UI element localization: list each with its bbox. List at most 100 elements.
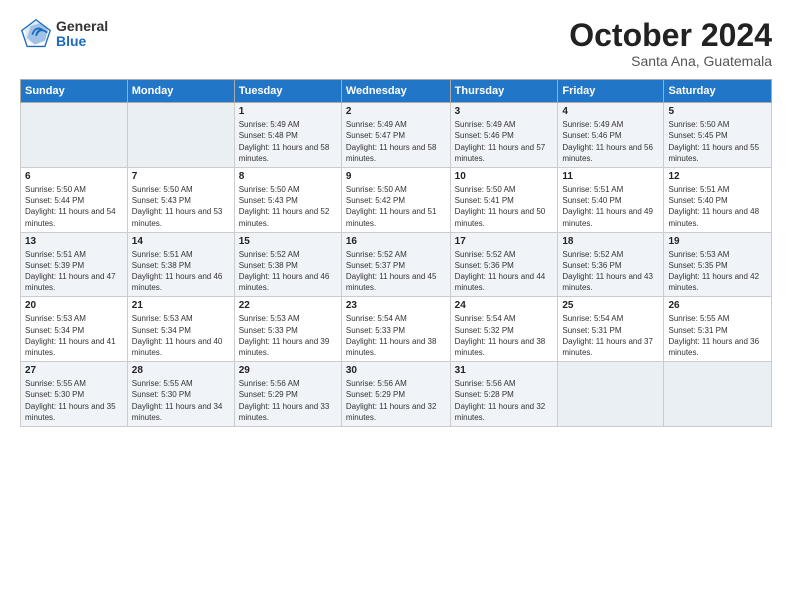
day-info: Sunrise: 5:50 AM Sunset: 5:45 PM Dayligh… <box>668 119 767 164</box>
col-friday: Friday <box>558 80 664 103</box>
day-number: 10 <box>455 171 554 182</box>
calendar-week-row: 13 Sunrise: 5:51 AM Sunset: 5:39 PM Dayli… <box>21 232 772 297</box>
page: General Blue October 2024 Santa Ana, Gua… <box>0 0 792 612</box>
col-tuesday: Tuesday <box>234 80 341 103</box>
day-info: Sunrise: 5:50 AM Sunset: 5:42 PM Dayligh… <box>346 184 446 229</box>
day-number: 1 <box>239 106 337 117</box>
day-info: Sunrise: 5:50 AM Sunset: 5:41 PM Dayligh… <box>455 184 554 229</box>
day-number: 8 <box>239 171 337 182</box>
day-info: Sunrise: 5:50 AM Sunset: 5:44 PM Dayligh… <box>25 184 123 229</box>
day-number: 12 <box>668 171 767 182</box>
day-number: 14 <box>132 236 230 247</box>
col-wednesday: Wednesday <box>341 80 450 103</box>
calendar-cell: 10 Sunrise: 5:50 AM Sunset: 5:41 PM Dayli… <box>450 167 558 232</box>
day-number: 5 <box>668 106 767 117</box>
day-info: Sunrise: 5:54 AM Sunset: 5:33 PM Dayligh… <box>346 313 446 358</box>
day-info: Sunrise: 5:49 AM Sunset: 5:46 PM Dayligh… <box>455 119 554 164</box>
day-info: Sunrise: 5:52 AM Sunset: 5:38 PM Dayligh… <box>239 249 337 294</box>
calendar-cell: 16Sunrise: 5:52 AM Sunset: 5:37 PM Dayli… <box>341 232 450 297</box>
calendar-cell: 30Sunrise: 5:56 AM Sunset: 5:29 PM Dayli… <box>341 362 450 427</box>
title-area: October 2024 Santa Ana, Guatemala <box>569 18 772 69</box>
calendar-cell: 26 Sunrise: 5:55 AM Sunset: 5:31 PM Dayli… <box>664 297 772 362</box>
day-number: 13 <box>25 236 123 247</box>
calendar-cell: 5 Sunrise: 5:50 AM Sunset: 5:45 PM Daylig… <box>664 103 772 168</box>
calendar-cell <box>21 103 128 168</box>
calendar-table: Sunday Monday Tuesday Wednesday Thursday… <box>20 79 772 427</box>
calendar-cell: 14Sunrise: 5:51 AM Sunset: 5:38 PM Dayli… <box>127 232 234 297</box>
day-info: Sunrise: 5:53 AM Sunset: 5:34 PM Dayligh… <box>25 313 123 358</box>
calendar-cell <box>558 362 664 427</box>
day-number: 11 <box>562 171 659 182</box>
calendar-cell: 2 Sunrise: 5:49 AM Sunset: 5:47 PM Daylig… <box>341 103 450 168</box>
day-info: Sunrise: 5:52 AM Sunset: 5:37 PM Dayligh… <box>346 249 446 294</box>
logo-general-text: General <box>56 19 108 34</box>
day-number: 22 <box>239 300 337 311</box>
day-info: Sunrise: 5:56 AM Sunset: 5:29 PM Dayligh… <box>239 378 337 423</box>
day-info: Sunrise: 5:53 AM Sunset: 5:33 PM Dayligh… <box>239 313 337 358</box>
calendar-cell: 13 Sunrise: 5:51 AM Sunset: 5:39 PM Dayli… <box>21 232 128 297</box>
day-info: Sunrise: 5:55 AM Sunset: 5:31 PM Dayligh… <box>668 313 767 358</box>
logo-icon <box>20 18 52 50</box>
calendar-cell: 20Sunrise: 5:53 AM Sunset: 5:34 PM Dayli… <box>21 297 128 362</box>
calendar-cell: 15 Sunrise: 5:52 AM Sunset: 5:38 PM Dayli… <box>234 232 341 297</box>
day-info: Sunrise: 5:55 AM Sunset: 5:30 PM Dayligh… <box>132 378 230 423</box>
day-number: 26 <box>668 300 767 311</box>
day-number: 30 <box>346 365 446 376</box>
calendar-cell: 21 Sunrise: 5:53 AM Sunset: 5:34 PM Dayli… <box>127 297 234 362</box>
calendar-cell: 29 Sunrise: 5:56 AM Sunset: 5:29 PM Dayli… <box>234 362 341 427</box>
day-number: 6 <box>25 171 123 182</box>
calendar-cell: 19 Sunrise: 5:53 AM Sunset: 5:35 PM Dayli… <box>664 232 772 297</box>
location: Santa Ana, Guatemala <box>569 53 772 69</box>
calendar-week-row: 1 Sunrise: 5:49 AM Sunset: 5:48 PM Daylig… <box>21 103 772 168</box>
calendar-cell: 27Sunrise: 5:55 AM Sunset: 5:30 PM Dayli… <box>21 362 128 427</box>
day-number: 4 <box>562 106 659 117</box>
calendar-cell: 31Sunrise: 5:56 AM Sunset: 5:28 PM Dayli… <box>450 362 558 427</box>
day-info: Sunrise: 5:52 AM Sunset: 5:36 PM Dayligh… <box>562 249 659 294</box>
calendar-header-row: Sunday Monday Tuesday Wednesday Thursday… <box>21 80 772 103</box>
calendar-cell: 8 Sunrise: 5:50 AM Sunset: 5:43 PM Daylig… <box>234 167 341 232</box>
calendar-cell: 6 Sunrise: 5:50 AM Sunset: 5:44 PM Daylig… <box>21 167 128 232</box>
day-number: 18 <box>562 236 659 247</box>
day-info: Sunrise: 5:54 AM Sunset: 5:32 PM Dayligh… <box>455 313 554 358</box>
day-number: 25 <box>562 300 659 311</box>
calendar-cell: 12 Sunrise: 5:51 AM Sunset: 5:40 PM Dayli… <box>664 167 772 232</box>
day-info: Sunrise: 5:51 AM Sunset: 5:40 PM Dayligh… <box>668 184 767 229</box>
day-info: Sunrise: 5:50 AM Sunset: 5:43 PM Dayligh… <box>132 184 230 229</box>
col-sunday: Sunday <box>21 80 128 103</box>
day-number: 15 <box>239 236 337 247</box>
day-info: Sunrise: 5:53 AM Sunset: 5:34 PM Dayligh… <box>132 313 230 358</box>
col-saturday: Saturday <box>664 80 772 103</box>
day-info: Sunrise: 5:49 AM Sunset: 5:48 PM Dayligh… <box>239 119 337 164</box>
day-info: Sunrise: 5:49 AM Sunset: 5:47 PM Dayligh… <box>346 119 446 164</box>
day-number: 24 <box>455 300 554 311</box>
calendar-cell: 1 Sunrise: 5:49 AM Sunset: 5:48 PM Daylig… <box>234 103 341 168</box>
day-number: 9 <box>346 171 446 182</box>
calendar-cell: 9 Sunrise: 5:50 AM Sunset: 5:42 PM Daylig… <box>341 167 450 232</box>
calendar-week-row: 6 Sunrise: 5:50 AM Sunset: 5:44 PM Daylig… <box>21 167 772 232</box>
col-thursday: Thursday <box>450 80 558 103</box>
calendar-week-row: 27 Sunrise: 5:55 AM Sunset: 5:30 PM Dayli… <box>21 362 772 427</box>
day-number: 27 <box>25 365 123 376</box>
calendar-cell: 7Sunrise: 5:50 AM Sunset: 5:43 PM Daylig… <box>127 167 234 232</box>
day-number: 2 <box>346 106 446 117</box>
month-title: October 2024 <box>569 18 772 53</box>
day-number: 17 <box>455 236 554 247</box>
calendar-cell: 17 Sunrise: 5:52 AM Sunset: 5:36 PM Dayli… <box>450 232 558 297</box>
day-number: 19 <box>668 236 767 247</box>
calendar-cell <box>127 103 234 168</box>
day-info: Sunrise: 5:49 AM Sunset: 5:46 PM Dayligh… <box>562 119 659 164</box>
logo: General Blue <box>20 18 108 50</box>
calendar-week-row: 20Sunrise: 5:53 AM Sunset: 5:34 PM Dayli… <box>21 297 772 362</box>
calendar-cell: 3 Sunrise: 5:49 AM Sunset: 5:46 PM Daylig… <box>450 103 558 168</box>
calendar-cell: 22 Sunrise: 5:53 AM Sunset: 5:33 PM Dayli… <box>234 297 341 362</box>
day-number: 21 <box>132 300 230 311</box>
day-info: Sunrise: 5:53 AM Sunset: 5:35 PM Dayligh… <box>668 249 767 294</box>
header: General Blue October 2024 Santa Ana, Gua… <box>20 18 772 69</box>
calendar-cell: 25Sunrise: 5:54 AM Sunset: 5:31 PM Dayli… <box>558 297 664 362</box>
day-number: 3 <box>455 106 554 117</box>
day-info: Sunrise: 5:50 AM Sunset: 5:43 PM Dayligh… <box>239 184 337 229</box>
day-info: Sunrise: 5:51 AM Sunset: 5:39 PM Dayligh… <box>25 249 123 294</box>
calendar-cell: 4 Sunrise: 5:49 AM Sunset: 5:46 PM Daylig… <box>558 103 664 168</box>
day-info: Sunrise: 5:52 AM Sunset: 5:36 PM Dayligh… <box>455 249 554 294</box>
day-number: 29 <box>239 365 337 376</box>
